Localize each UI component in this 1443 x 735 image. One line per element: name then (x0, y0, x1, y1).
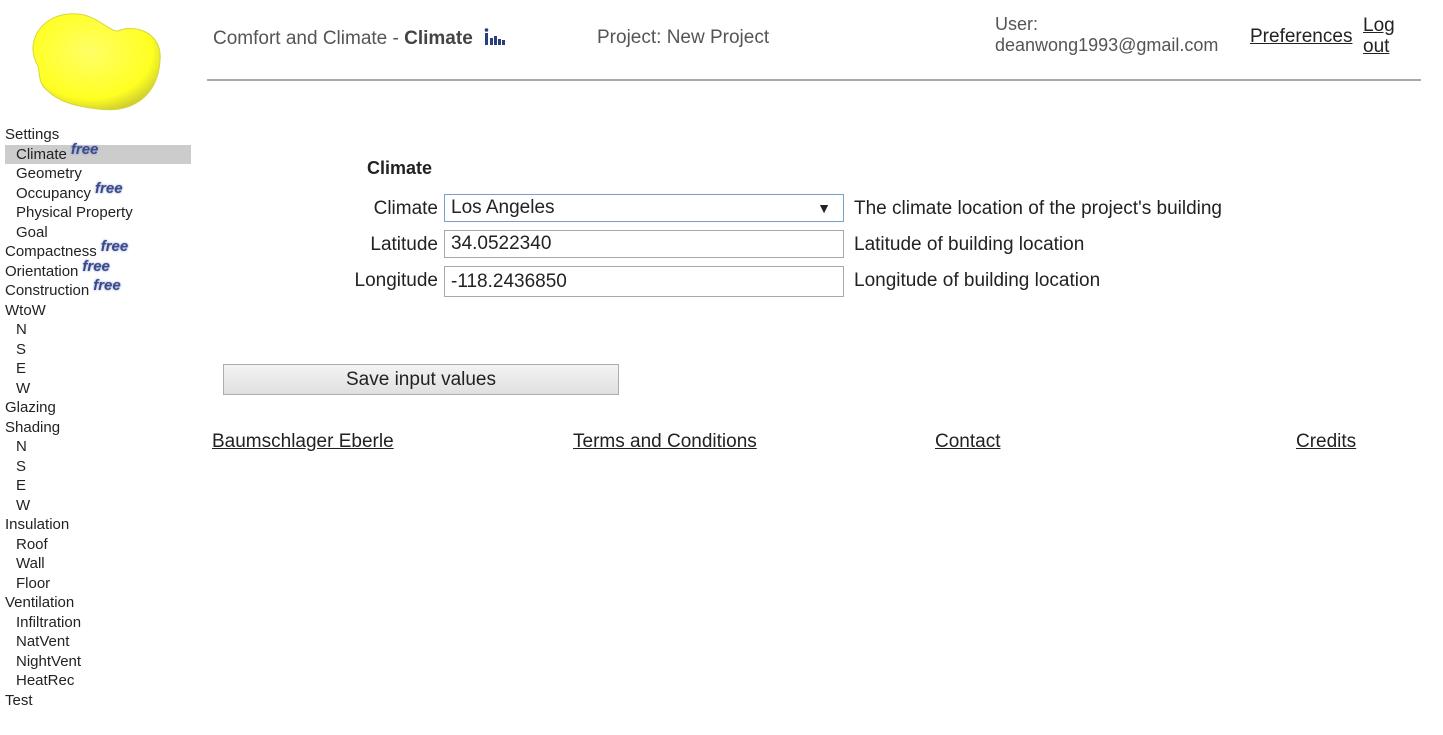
sidebar-item-shading-s[interactable]: S (5, 457, 191, 477)
sidebar-item-label: Insulation (5, 516, 70, 533)
app-title-text: Comfort and Climate - (213, 28, 405, 49)
project-name: Project: New Project (597, 27, 770, 48)
logout-line1: Log (1363, 15, 1395, 36)
logout-link[interactable]: Log out (1363, 15, 1395, 57)
sidebar-item-nightvent[interactable]: NightVent (5, 652, 191, 672)
sidebar-item-label: Geometry (16, 165, 82, 182)
app-logo (32, 13, 161, 111)
sidebar-item-label: HeatRec (16, 672, 75, 689)
latitude-label: Latitude (370, 234, 438, 255)
longitude-description: Longitude of building location (854, 270, 1101, 291)
climate-row: Climate Los Angeles ▼ The climate locati… (0, 194, 1443, 224)
free-badge: free (70, 140, 99, 158)
sidebar-item-label: Glazing (5, 399, 56, 416)
footer-link-credits[interactable]: Credits (1296, 431, 1356, 453)
sidebar-item-label: Ventilation (5, 594, 75, 611)
sidebar-item-label: Climate (16, 145, 67, 163)
sidebar-item-wall[interactable]: Wall (5, 554, 191, 574)
sidebar-item-climate[interactable]: Climate free (5, 141, 191, 164)
sidebar-item-label: Infiltration (16, 613, 82, 631)
sidebar-item-wtow-n[interactable]: N (5, 320, 191, 340)
sidebar-item-wtow-w[interactable]: W (5, 379, 191, 399)
sidebar-item-label: S (16, 457, 27, 475)
latitude-row: Latitude Latitude of building location (0, 230, 1443, 260)
sidebar-item-shading[interactable]: Shading (5, 418, 191, 438)
climate-label: Climate (373, 198, 438, 219)
sidebar-item-wtow[interactable]: WtoW (5, 301, 191, 321)
top-header: Comfort and Climate - Climate Project: N… (207, 0, 1421, 81)
climate-description: The climate location of the project's bu… (854, 198, 1222, 219)
sidebar-item-shading-w[interactable]: W (5, 496, 191, 516)
dropdown-caret-icon: ▼ (817, 200, 831, 216)
sidebar-item-label: Test (5, 691, 33, 709)
climate-select-value: Los Angeles (451, 197, 555, 218)
sidebar-item-label: Settings (5, 126, 60, 143)
sidebar-item-shading-n[interactable]: N (5, 437, 191, 457)
info-logo-icon (484, 28, 506, 45)
sidebar-item-glazing[interactable]: Glazing (5, 398, 191, 418)
logout-line2: out (1363, 36, 1390, 57)
sidebar-item-label: Roof (16, 535, 48, 553)
sidebar-item-settings[interactable]: Settings (5, 125, 191, 145)
app-title: Comfort and Climate - Climate (213, 28, 506, 50)
section-title: Climate (367, 158, 433, 178)
sidebar-item-label: W (16, 379, 31, 397)
sidebar-item-shading-e[interactable]: E (5, 476, 191, 496)
sidebar-item-test[interactable]: Test (5, 691, 191, 711)
sidebar-item-wtow-s[interactable]: S (5, 340, 191, 360)
sidebar-item-roof[interactable]: Roof (5, 535, 191, 555)
sidebar-item-label: Floor (16, 574, 51, 592)
sidebar-item-label: WtoW (5, 301, 46, 319)
sidebar-item-heatrec[interactable]: HeatRec (5, 671, 191, 691)
sidebar-item-insulation[interactable]: Insulation (5, 515, 191, 535)
footer-link-contact[interactable]: Contact (935, 431, 1000, 453)
longitude-input[interactable] (444, 266, 844, 297)
sidebar-item-ventilation[interactable]: Ventilation (5, 593, 191, 613)
app-title-bold: Climate (404, 28, 473, 49)
sidebar-item-label: W (16, 496, 31, 514)
longitude-row: Longitude Longitude of building location (0, 266, 1443, 297)
sidebar-item-label: E (16, 360, 27, 377)
latitude-description: Latitude of building location (854, 234, 1085, 255)
user-info: User: deanwong1993@gmail.com (995, 14, 1218, 56)
footer-link-baumschlager-eberle[interactable]: Baumschlager Eberle (212, 431, 394, 453)
preferences-link[interactable]: Preferences (1250, 26, 1352, 48)
sidebar-item-natvent[interactable]: NatVent (5, 632, 191, 652)
sidebar-item-label: N (16, 438, 27, 455)
save-input-values-button[interactable]: Save input values (223, 364, 619, 395)
climate-select[interactable]: Los Angeles ▼ (444, 194, 844, 222)
sidebar-item-label: NightVent (16, 652, 82, 670)
user-label: User: (995, 14, 1039, 34)
sidebar-item-floor[interactable]: Floor (5, 574, 191, 594)
sidebar-item-label: E (16, 477, 27, 494)
sidebar-item-label: S (16, 340, 27, 358)
longitude-label: Longitude (354, 270, 438, 291)
sidebar-item-infiltration[interactable]: Infiltration (5, 613, 191, 633)
sidebar-item-label: Wall (16, 555, 45, 572)
user-email: deanwong1993@gmail.com (995, 35, 1219, 55)
sidebar-item-label: NatVent (16, 633, 70, 650)
latitude-input[interactable] (444, 230, 844, 258)
footer-link-terms[interactable]: Terms and Conditions (573, 431, 757, 453)
sidebar-item-wtow-e[interactable]: E (5, 359, 191, 379)
sidebar-item-label: N (16, 321, 27, 338)
sidebar-item-label: Shading (5, 418, 61, 436)
